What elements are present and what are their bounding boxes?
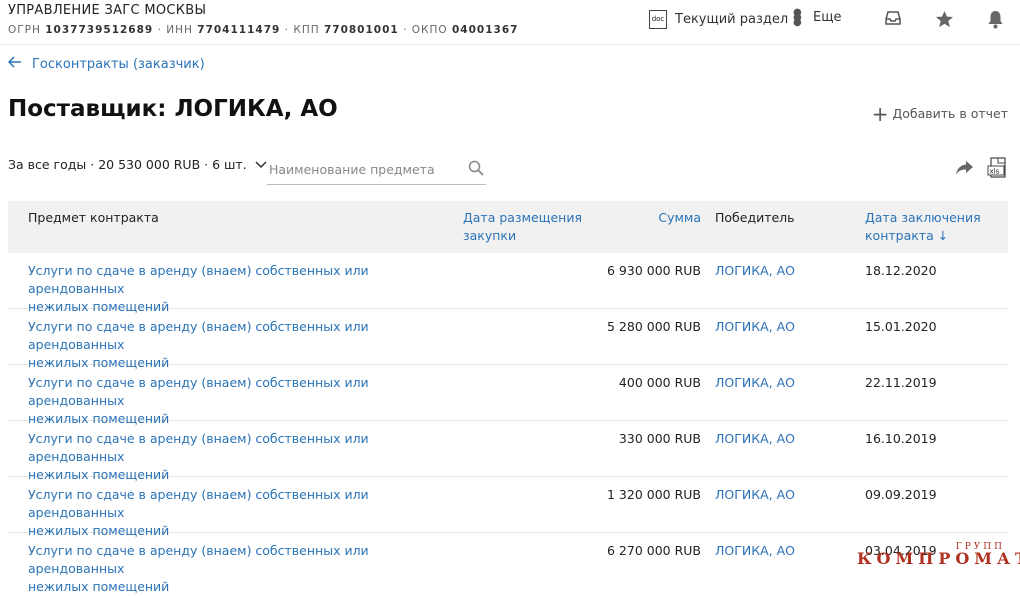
watermark-big-text: КОМПРОМАТ xyxy=(857,549,1020,568)
ogrn-label: ОГРН xyxy=(8,24,41,36)
column-contract-date[interactable]: Дата заключения контракта ↓ xyxy=(865,209,981,245)
current-section-button[interactable]: doc Текущий раздел xyxy=(649,10,788,29)
star-icon[interactable] xyxy=(935,10,954,33)
page-title: Поставщик: ЛОГИКА, АО xyxy=(8,96,338,122)
table-row: Услуги по сдаче в аренду (внаем) собстве… xyxy=(8,477,1008,538)
contract-subject-link[interactable]: Услуги по сдаче в аренду (внаем) собстве… xyxy=(28,430,468,484)
contract-date: 09.09.2019 xyxy=(865,487,937,502)
winner-link[interactable]: ЛОГИКА, АО xyxy=(715,262,795,280)
separator: · xyxy=(403,24,408,36)
column-winner: Победитель xyxy=(715,210,795,225)
contract-subject-link[interactable]: Услуги по сдаче в аренду (внаем) собстве… xyxy=(28,486,468,540)
column-placement-date[interactable]: Дата размещения закупки xyxy=(463,209,582,245)
share-icon[interactable] xyxy=(955,160,974,180)
subject-line: нежилых помещений xyxy=(28,579,170,594)
xls-icon-label: xls xyxy=(990,168,1000,176)
more-button[interactable]: ● ● ● Еще xyxy=(793,7,842,28)
winner-link[interactable]: ЛОГИКА, АО xyxy=(715,542,795,560)
contract-sum: 400 000 RUB xyxy=(618,375,701,390)
contract-subject-link[interactable]: Услуги по сдаче в аренду (внаем) собстве… xyxy=(28,318,468,372)
table-row: Услуги по сдаче в аренду (внаем) собстве… xyxy=(8,365,1008,426)
table-row: Услуги по сдаче в аренду (внаем) собстве… xyxy=(8,253,1008,314)
subject-line: Услуги по сдаче в аренду (внаем) собстве… xyxy=(28,543,369,576)
contract-subject-link[interactable]: Услуги по сдаче в аренду (внаем) собстве… xyxy=(28,374,468,428)
search-icon[interactable] xyxy=(468,160,484,180)
org-identifiers: ОГРН 1037739512689 · ИНН 7704111479 · КП… xyxy=(8,24,518,36)
add-to-report-button[interactable]: + Добавить в отчет xyxy=(871,101,1008,126)
inn-value: 7704111479 xyxy=(197,24,281,36)
subject-line: Услуги по сдаче в аренду (внаем) собстве… xyxy=(28,375,369,408)
inn-label: ИНН xyxy=(166,24,193,36)
org-name: УПРАВЛЕНИЕ ЗАГС МОСКВЫ xyxy=(8,3,207,18)
tray-icon[interactable] xyxy=(884,10,902,30)
period-summary-dropdown[interactable]: За все годы · 20 530 000 RUB · 6 шт. xyxy=(8,157,267,172)
plus-icon: + xyxy=(871,101,889,126)
subject-line: Услуги по сдаче в аренду (внаем) собстве… xyxy=(28,487,369,520)
contract-date: 15.01.2020 xyxy=(865,319,937,334)
contract-sum: 5 280 000 RUB xyxy=(606,319,701,334)
back-link[interactable]: Госконтракты (заказчик) xyxy=(7,56,205,72)
back-arrow-icon xyxy=(7,56,22,72)
xls-icon[interactable]: xls xyxy=(987,157,1009,183)
contract-sum: 1 320 000 RUB xyxy=(606,487,701,502)
add-to-report-label: Добавить в отчет xyxy=(892,106,1008,121)
column-placement-date-line2: закупки xyxy=(463,228,517,243)
more-label: Еще xyxy=(813,10,842,25)
separator: · xyxy=(157,24,162,36)
column-contract-date-line2: контракта ↓ xyxy=(865,228,949,243)
ogrn-value: 1037739512689 xyxy=(45,24,154,36)
kpp-label: КПП xyxy=(293,24,320,36)
top-bar: УПРАВЛЕНИЕ ЗАГС МОСКВЫ ОГРН 103773951268… xyxy=(0,0,1020,45)
winner-link[interactable]: ЛОГИКА, АО xyxy=(715,318,795,336)
subject-line: Услуги по сдаче в аренду (внаем) собстве… xyxy=(28,263,369,296)
column-contract-date-line1: Дата заключения xyxy=(865,210,981,225)
watermark: ГРУПП КОМПРОМАТ xyxy=(857,538,1020,578)
kpp-value: 770801001 xyxy=(323,24,399,36)
separator: · xyxy=(284,24,290,36)
contract-subject-link[interactable]: Услуги по сдаче в аренду (внаем) собстве… xyxy=(28,262,468,316)
contract-subject-link[interactable]: Услуги по сдаче в аренду (внаем) собстве… xyxy=(28,542,468,596)
contract-date: 22.11.2019 xyxy=(865,375,937,390)
search-field xyxy=(267,150,486,185)
doc-icon: doc xyxy=(649,10,667,29)
column-placement-date-line1: Дата размещения xyxy=(463,210,582,225)
table-header: Предмет контракта Дата размещения закупк… xyxy=(8,201,1008,253)
table-row: Услуги по сдаче в аренду (внаем) собстве… xyxy=(8,309,1008,370)
column-sum[interactable]: Сумма xyxy=(658,209,701,227)
back-link-label: Госконтракты (заказчик) xyxy=(32,56,205,72)
winner-link[interactable]: ЛОГИКА, АО xyxy=(715,486,795,504)
bell-icon[interactable] xyxy=(987,10,1004,33)
more-dots-icon: ● ● ● xyxy=(793,7,802,28)
period-summary-label: За все годы · 20 530 000 RUB · 6 шт. xyxy=(8,157,247,172)
contract-sum: 330 000 RUB xyxy=(618,431,701,446)
winner-link[interactable]: ЛОГИКА, АО xyxy=(715,430,795,448)
subject-line: Услуги по сдаче в аренду (внаем) собстве… xyxy=(28,319,369,352)
contract-date: 18.12.2020 xyxy=(865,263,937,278)
table-row: Услуги по сдаче в аренду (внаем) собстве… xyxy=(8,421,1008,482)
chevron-down-icon xyxy=(255,157,267,172)
current-section-label: Текущий раздел xyxy=(675,12,789,27)
column-subject: Предмет контракта xyxy=(28,210,159,225)
winner-link[interactable]: ЛОГИКА, АО xyxy=(715,374,795,392)
subject-line: Услуги по сдаче в аренду (внаем) собстве… xyxy=(28,431,369,464)
contract-sum: 6 930 000 RUB xyxy=(606,263,701,278)
contract-sum: 6 270 000 RUB xyxy=(606,543,701,558)
contract-date: 16.10.2019 xyxy=(865,431,937,446)
okpo-value: 04001367 xyxy=(451,24,519,36)
search-input[interactable] xyxy=(267,150,459,184)
okpo-label: ОКПО xyxy=(411,24,448,36)
